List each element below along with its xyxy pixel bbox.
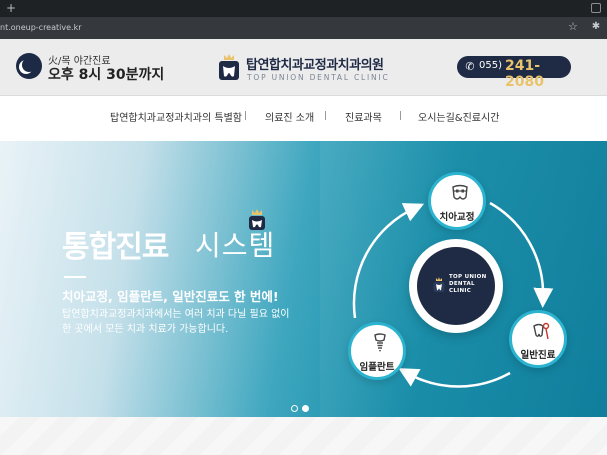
nav-item-special[interactable]: 탑연합치과교정과치과의 특별함	[110, 109, 242, 124]
window-control-icon[interactable]	[591, 3, 601, 13]
hero-divider	[64, 276, 86, 278]
night-hours-time: 오후 8시 30분까지	[48, 67, 165, 83]
center-logo-line: CLINIC	[449, 288, 472, 294]
section-pattern	[0, 417, 607, 455]
nav-divider	[245, 111, 246, 120]
clinic-logo-title[interactable]: 탑연합치과교정과치과의원	[246, 54, 384, 73]
clinic-logo-subtitle: TOP UNION DENTAL CLINIC	[247, 73, 390, 82]
hero-description-line: 탑연합치과교정과치과에서는 여러 치과 다닐 필요 없이	[62, 309, 290, 320]
center-logo-line: TOP UNION	[449, 274, 487, 280]
tooth-crown-icon	[249, 209, 265, 230]
browser-tabstrip: +	[0, 0, 607, 17]
clinic-logo-icon	[433, 277, 445, 292]
phone-prefix: 055)	[479, 60, 502, 71]
new-tab-button[interactable]: +	[6, 1, 16, 15]
next-section	[0, 417, 607, 455]
node-orthodontics[interactable]: 치아교정	[428, 172, 486, 230]
hero-description-line: 한 곳에서 모든 치과 치료가 가능합니다.	[62, 324, 229, 335]
hero-description: 탑연합치과교정과치과에서는 여러 치과 다닐 필요 없이 한 곳에서 모든 치과…	[62, 307, 290, 337]
phone-number: 241-2080	[505, 58, 544, 90]
nav-item-treatments[interactable]: 진료과목	[345, 109, 382, 124]
center-logo-badge: TOP UNION DENTAL CLINIC	[409, 239, 503, 333]
node-label: 치아교정	[439, 212, 475, 223]
puzzle-icon[interactable]: ✱	[590, 21, 602, 33]
site-header: 火/목 야간진료 오후 8시 30분까지 탑연합치과교정과치과의원 TOP UN…	[0, 39, 607, 96]
phone-button[interactable]: ✆ 055) 241-2080	[457, 56, 571, 90]
phone-icon: ✆	[465, 60, 475, 73]
implant-icon	[374, 333, 386, 352]
center-logo-text: TOP UNION DENTAL CLINIC	[449, 274, 491, 295]
center-logo-line: DENTAL	[449, 281, 475, 287]
node-implant[interactable]: 임플란트	[348, 322, 406, 380]
browser-address-bar: nt.oneup-creative.kr ☆ ✱	[0, 17, 607, 39]
braces-icon	[452, 184, 468, 200]
clinic-logo-icon[interactable]	[218, 53, 240, 81]
nav-divider	[400, 111, 401, 120]
url-field[interactable]: nt.oneup-creative.kr	[0, 21, 540, 35]
nav-item-doctors[interactable]: 의료진 소개	[265, 109, 314, 124]
slider-dot[interactable]	[291, 405, 298, 412]
node-label: 일반진료	[520, 350, 556, 361]
hero-subtitle: 치아교정, 임플란트, 일반진료도 한 번에!	[62, 289, 279, 304]
slider-dot-active[interactable]	[302, 405, 309, 412]
slider-pagination	[291, 405, 317, 413]
hero-banner: 통합진료 시스템 치아교정, 임플란트, 일반진료도 한 번에! 탑연합치과교정…	[0, 141, 607, 417]
moon-icon	[16, 53, 42, 79]
main-nav: 탑연합치과교정과치과의 특별함 의료진 소개 진료과목 오시는길&진료시간	[0, 97, 607, 141]
dental-mirror-icon	[533, 322, 550, 340]
star-icon[interactable]: ☆	[568, 20, 578, 34]
node-label: 임플란트	[359, 362, 395, 373]
nav-item-location-hours[interactable]: 오시는길&진료시간	[418, 109, 499, 124]
node-general-care[interactable]: 일반진료	[509, 310, 567, 368]
nav-divider	[325, 111, 326, 120]
hero-title-bold: 통합진료	[62, 230, 169, 265]
